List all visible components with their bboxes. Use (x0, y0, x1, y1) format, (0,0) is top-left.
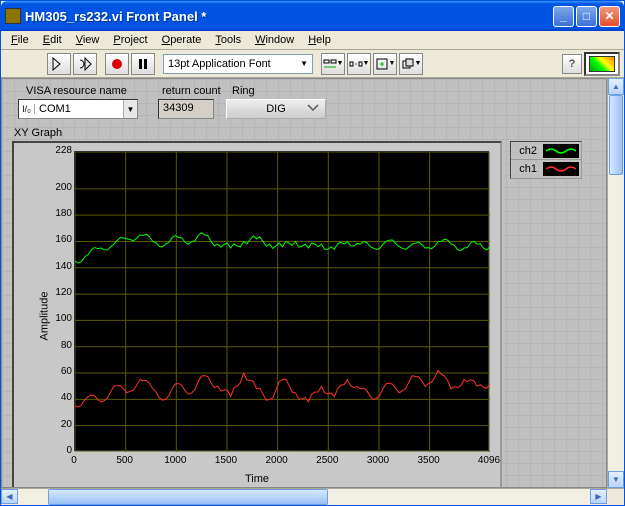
y-tick: 200 (42, 182, 72, 193)
x-tick: 1000 (160, 455, 190, 466)
y-tick: 180 (42, 208, 72, 219)
scroll-left-button[interactable]: ◀ (1, 489, 18, 504)
y-tick: 120 (42, 287, 72, 298)
close-button[interactable]: ✕ (599, 6, 620, 27)
ring-value: DIG (266, 103, 286, 115)
scroll-track[interactable] (18, 489, 590, 505)
window-title: HM305_rs232.vi Front Panel * (25, 9, 553, 24)
pause-button[interactable] (131, 53, 155, 75)
minimize-button[interactable]: _ (553, 6, 574, 27)
x-tick: 2500 (312, 455, 342, 466)
x-tick: 0 (59, 455, 89, 466)
y-tick: 228 (42, 145, 72, 156)
plot-area (74, 151, 489, 451)
legend-label: ch1 (511, 163, 541, 175)
scroll-up-button[interactable]: ▲ (608, 78, 624, 95)
menu-operate[interactable]: Operate (156, 32, 208, 48)
chevron-down-icon[interactable]: ▼ (123, 100, 137, 118)
menu-window[interactable]: Window (249, 32, 300, 48)
vertical-scrollbar[interactable]: ▲ ▼ (607, 78, 624, 488)
return-count-indicator: 34309 (158, 99, 214, 119)
reorder-button[interactable]: ▼ (399, 53, 423, 75)
return-count-label: return count (162, 85, 221, 97)
main-window: HM305_rs232.vi Front Panel * _ □ ✕ File … (0, 0, 625, 506)
run-continuous-button[interactable] (73, 53, 97, 75)
menu-view[interactable]: View (70, 32, 106, 48)
ring-label: Ring (232, 85, 255, 97)
io-icon: I/₀ (19, 104, 35, 114)
graph-label: XY Graph (14, 127, 62, 139)
app-icon (5, 8, 21, 24)
graph-legend[interactable]: ch2 ch1 (510, 141, 582, 179)
ring-control[interactable]: DIG (226, 99, 326, 119)
vi-icon[interactable] (584, 52, 620, 76)
y-tick: 160 (42, 234, 72, 245)
scroll-right-button[interactable]: ▶ (590, 489, 607, 504)
front-panel[interactable]: VISA resource name I/₀ COM1 ▼ return cou… (1, 78, 607, 488)
titlebar[interactable]: HM305_rs232.vi Front Panel * _ □ ✕ (1, 1, 624, 31)
y-tick: 60 (42, 366, 72, 377)
menu-tools[interactable]: Tools (209, 32, 247, 48)
xy-graph[interactable]: Amplitude Time 0204060801001201401601802… (12, 141, 502, 488)
distribute-button[interactable]: ▼ (347, 53, 371, 75)
scroll-thumb[interactable] (609, 95, 623, 175)
y-tick: 40 (42, 392, 72, 403)
menu-help[interactable]: Help (302, 32, 337, 48)
align-button[interactable]: ▼ (321, 53, 345, 75)
x-axis-label: Time (245, 473, 269, 485)
abort-button[interactable] (105, 53, 129, 75)
legend-swatch (543, 162, 579, 176)
legend-row-ch1[interactable]: ch1 (511, 160, 581, 178)
toolbar: 13pt Application Font▼ ▼ ▼ ▼ ▼ ? (1, 50, 624, 78)
menu-file[interactable]: File (5, 32, 35, 48)
font-selector[interactable]: 13pt Application Font▼ (163, 54, 313, 74)
x-tick: 2000 (262, 455, 292, 466)
scroll-thumb[interactable] (48, 489, 328, 505)
x-tick: 3500 (414, 455, 444, 466)
legend-row-ch2[interactable]: ch2 (511, 142, 581, 160)
horizontal-scrollbar[interactable]: ◀ ▶ (1, 488, 624, 505)
visa-label: VISA resource name (26, 85, 127, 97)
menu-edit[interactable]: Edit (37, 32, 68, 48)
legend-swatch (543, 144, 579, 158)
x-tick: 1500 (211, 455, 241, 466)
x-tick: 500 (110, 455, 140, 466)
run-button[interactable] (47, 53, 71, 75)
x-tick: 3000 (363, 455, 393, 466)
legend-label: ch2 (511, 145, 541, 157)
scroll-corner (607, 489, 624, 505)
y-tick: 140 (42, 261, 72, 272)
y-tick: 100 (42, 313, 72, 324)
ring-chevron-icon (307, 103, 319, 115)
visa-resource-control[interactable]: I/₀ COM1 ▼ (18, 99, 138, 119)
y-tick: 80 (42, 340, 72, 351)
y-tick: 20 (42, 419, 72, 430)
maximize-button[interactable]: □ (576, 6, 597, 27)
resize-button[interactable]: ▼ (373, 53, 397, 75)
help-button[interactable]: ? (562, 54, 582, 74)
scroll-down-button[interactable]: ▼ (608, 471, 624, 488)
content-area: VISA resource name I/₀ COM1 ▼ return cou… (1, 78, 624, 488)
x-tick: 4096 (474, 455, 504, 466)
visa-value: COM1 (35, 103, 123, 115)
menu-project[interactable]: Project (107, 32, 153, 48)
menubar: File Edit View Project Operate Tools Win… (1, 31, 624, 50)
